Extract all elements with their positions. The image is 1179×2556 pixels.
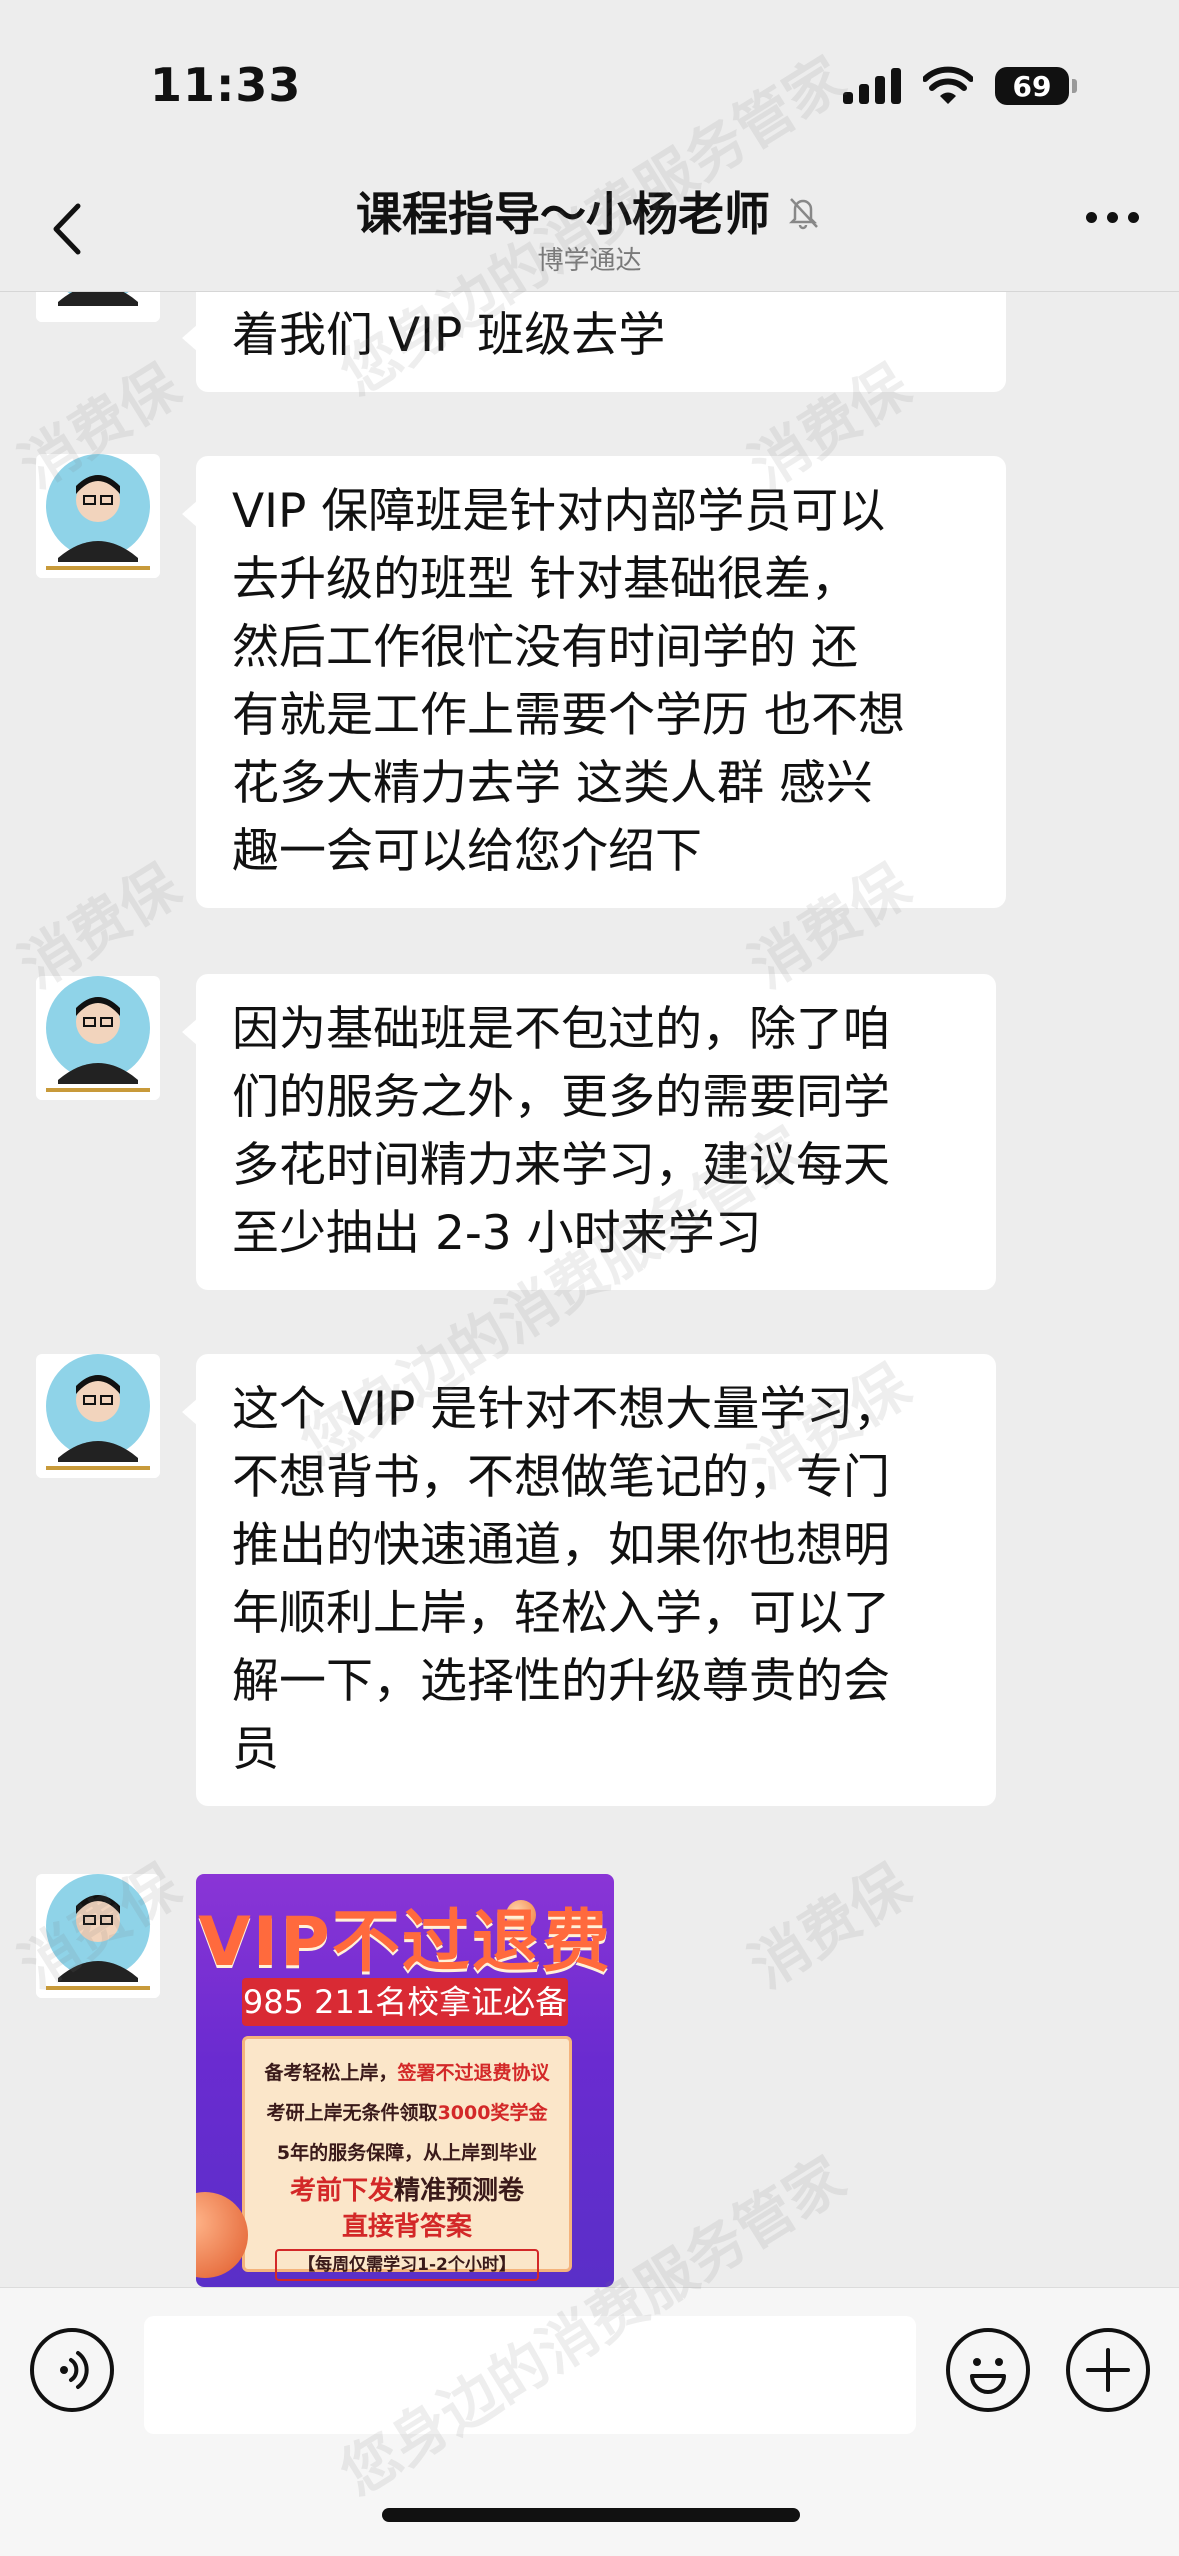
message-input[interactable] bbox=[144, 2316, 916, 2434]
message-bubble[interactable]: 这个 VIP 是针对不想大量学习， 不想背书，不想做笔记的，专门 推出的快速通道… bbox=[182, 1354, 996, 1806]
promo-line: 直接背答案 bbox=[341, 2212, 472, 2242]
avatar[interactable] bbox=[36, 1354, 160, 1478]
status-icons: 69 bbox=[843, 66, 1077, 106]
promo-line: 考前下发精准预测卷 bbox=[289, 2176, 525, 2206]
wifi-icon bbox=[923, 66, 973, 104]
battery-level: 69 bbox=[1012, 69, 1052, 103]
message-bubble[interactable]: VIP 保障班是针对内部学员可以 去升级的班型 针对基础很差， 然后工作很忙没有… bbox=[182, 456, 1006, 908]
promo-line: 备考轻松上岸，签署不过退费协议 bbox=[264, 2062, 550, 2084]
avatar[interactable] bbox=[36, 1874, 160, 1998]
status-time: 11:33 bbox=[150, 58, 302, 112]
battery-icon: 69 bbox=[995, 67, 1077, 105]
chat-subtitle: 博学通达 bbox=[537, 246, 642, 276]
signal-icon bbox=[843, 68, 901, 104]
promo-line: 考研上岸无条件领取3000奖学金 bbox=[266, 2102, 548, 2124]
promo-card: 备考轻松上岸，签署不过退费协议 考研上岸无条件领取3000奖学金 5年的服务保障… bbox=[242, 2036, 572, 2281]
message-bubble[interactable]: 着我们 VIP 班级去学 bbox=[182, 292, 1006, 392]
status-bar: 11:33 69 bbox=[0, 0, 1179, 170]
promo-title: VIP不过退费 bbox=[198, 1903, 612, 1982]
mute-icon bbox=[789, 198, 818, 230]
more-icon[interactable] bbox=[1086, 212, 1139, 223]
nav-bar: 课程指导～小杨老师 博学通达 bbox=[0, 170, 1179, 292]
nav-title-wrap: 课程指导～小杨老师 bbox=[0, 178, 1179, 244]
input-bar bbox=[0, 2287, 1179, 2556]
promo-line: 5年的服务保障，从上岸到毕业 bbox=[276, 2142, 538, 2164]
promo-line: 【每周仅需学习1-2个小时】 bbox=[275, 2249, 539, 2281]
home-indicator[interactable] bbox=[382, 2508, 800, 2522]
emoji-icon[interactable] bbox=[946, 2328, 1030, 2412]
avatar[interactable] bbox=[36, 454, 160, 578]
promo-image-message[interactable]: VIP不过退费 985 211名校拿证必备 备考轻松上岸，签署不过退费协议 考研… bbox=[196, 1874, 614, 2287]
decorative-orb bbox=[196, 2192, 248, 2278]
promo-banner: 985 211名校拿证必备 bbox=[242, 1978, 568, 2026]
avatar[interactable] bbox=[36, 976, 160, 1100]
voice-icon[interactable] bbox=[30, 2328, 114, 2412]
plus-icon[interactable] bbox=[1066, 2328, 1150, 2412]
chat-area[interactable]: 着我们 VIP 班级去学 VIP 保障班是针对内部学员可以 去升级的班型 针对基… bbox=[0, 292, 1179, 2287]
message-bubble[interactable]: 因为基础班是不包过的，除了咱 们的服务之外，更多的需要同学 多花时间精力来学习，… bbox=[182, 974, 996, 1290]
chat-title: 课程指导～小杨老师 bbox=[355, 187, 770, 241]
avatar[interactable] bbox=[36, 292, 160, 322]
